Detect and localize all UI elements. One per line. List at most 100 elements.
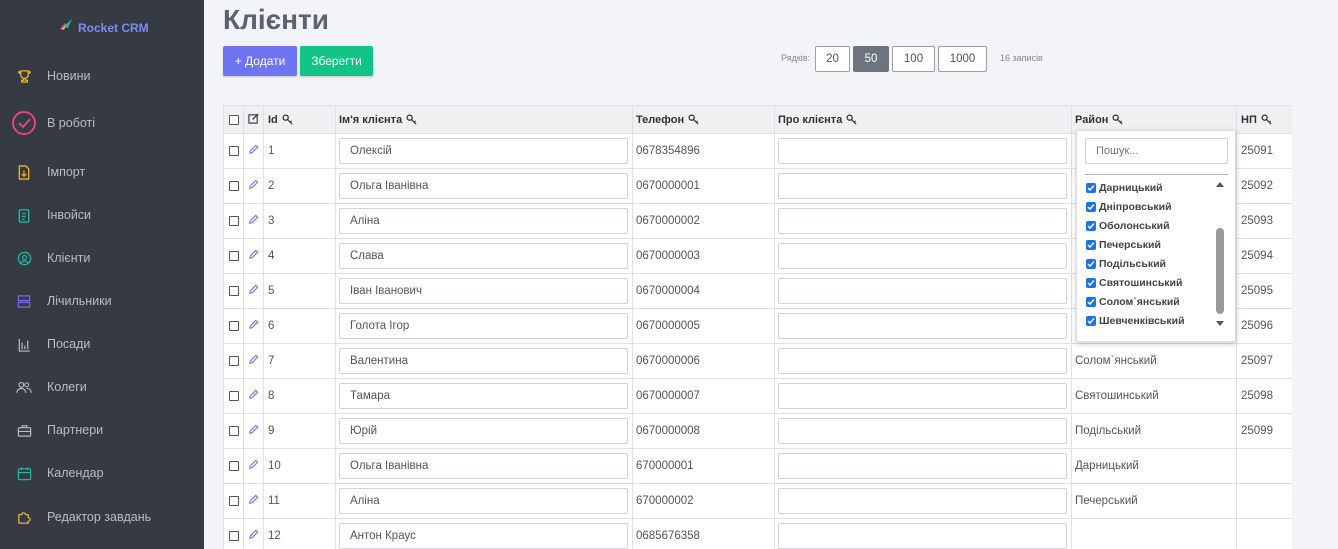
sidebar-item-colleagues[interactable]: Колеги (0, 372, 204, 402)
header-name[interactable]: Ім'я клієнта (339, 114, 402, 126)
district-option[interactable]: Солом`янський (1086, 293, 1180, 311)
header-about[interactable]: Про клієнта (778, 114, 842, 126)
about-client-input[interactable] (778, 208, 1067, 234)
pencil-icon[interactable] (248, 354, 259, 368)
client-name-input[interactable]: Тамара (339, 383, 628, 409)
sidebar-item-positions[interactable]: Посади (0, 329, 204, 359)
district-option[interactable]: Оболонський (1086, 217, 1170, 235)
row-checkbox[interactable] (228, 356, 239, 366)
district-search-input[interactable] (1085, 138, 1228, 164)
about-client-input[interactable] (778, 313, 1067, 339)
client-name-input[interactable]: Юрій (339, 418, 628, 444)
key-search-icon[interactable] (282, 114, 293, 125)
pencil-icon[interactable] (248, 424, 259, 438)
option-checkbox-checked[interactable] (1086, 297, 1096, 307)
header-district[interactable]: Район (1075, 114, 1108, 126)
edit-square-icon[interactable] (248, 112, 259, 127)
sidebar-item-partners[interactable]: Партнери (0, 415, 204, 445)
row-checkbox[interactable] (228, 216, 239, 226)
pencil-icon[interactable] (248, 319, 259, 333)
sidebar-item-clients[interactable]: Клієнти (0, 243, 204, 273)
row-checkbox[interactable] (228, 426, 239, 436)
pencil-icon[interactable] (248, 284, 259, 298)
sidebar-item-meters[interactable]: Лічильники (0, 286, 204, 316)
district-option[interactable]: Печерський (1086, 236, 1161, 254)
key-search-icon[interactable] (1112, 114, 1123, 125)
client-name-input[interactable]: Аліна (339, 488, 628, 514)
key-search-icon[interactable] (846, 114, 857, 125)
client-name-input[interactable]: Голота Ігор (339, 313, 628, 339)
header-np[interactable]: НП (1241, 114, 1257, 126)
about-client-input[interactable] (778, 383, 1067, 409)
about-client-input[interactable] (778, 488, 1067, 514)
row-checkbox[interactable] (228, 181, 239, 191)
client-name-input[interactable]: Слава (339, 243, 628, 269)
row-checkbox[interactable] (228, 391, 239, 401)
client-name-input[interactable]: Валентина (339, 348, 628, 374)
about-client-input[interactable] (778, 173, 1067, 199)
brand-logo[interactable]: Rocket CRM (58, 18, 149, 37)
dropdown-scrollbar[interactable] (1215, 181, 1225, 331)
row-checkbox[interactable] (228, 461, 239, 471)
client-name-input[interactable]: Аліна (339, 208, 628, 234)
about-client-input[interactable] (778, 243, 1067, 269)
client-name-input[interactable]: Ольга Іванівна (339, 453, 628, 479)
page-size-20[interactable]: 20 (815, 46, 850, 72)
client-name-input[interactable]: Антон Краус (339, 523, 628, 549)
add-button[interactable]: + Додати (223, 46, 297, 76)
sidebar-item-in-progress[interactable]: В роботі (0, 108, 204, 138)
about-client-input[interactable] (778, 138, 1067, 164)
cell-phone: 670000001 (636, 460, 694, 472)
sidebar-item-invoices[interactable]: Інвойси (0, 200, 204, 230)
scrollbar-thumb[interactable] (1216, 228, 1224, 314)
page-size-100[interactable]: 100 (892, 46, 935, 72)
pencil-icon[interactable] (248, 144, 259, 158)
header-phone[interactable]: Телефон (636, 114, 684, 126)
district-option[interactable]: Шевченківський (1086, 312, 1185, 330)
about-client-input[interactable] (778, 418, 1067, 444)
sidebar-item-news[interactable]: Новини (0, 61, 204, 91)
option-checkbox-checked[interactable] (1086, 183, 1096, 193)
row-checkbox[interactable] (228, 146, 239, 156)
option-checkbox-checked[interactable] (1086, 202, 1096, 212)
select-all-checkbox[interactable] (228, 114, 239, 125)
key-search-icon[interactable] (406, 114, 417, 125)
row-checkbox[interactable] (228, 531, 239, 541)
pencil-icon[interactable] (248, 529, 259, 543)
row-checkbox[interactable] (228, 286, 239, 296)
about-client-input[interactable] (778, 523, 1067, 549)
option-checkbox-checked[interactable] (1086, 316, 1096, 326)
option-checkbox-checked[interactable] (1086, 221, 1096, 231)
page-size-1000[interactable]: 1000 (938, 46, 987, 72)
pencil-icon[interactable] (248, 179, 259, 193)
sidebar-item-calendar[interactable]: Календар (0, 458, 204, 488)
sidebar-item-task-editor[interactable]: Редактор завдань (0, 502, 204, 532)
district-option[interactable]: Дніпровський (1086, 198, 1172, 216)
row-checkbox[interactable] (228, 321, 239, 331)
key-search-icon[interactable] (688, 114, 699, 125)
sidebar-item-import[interactable]: Імпорт (0, 157, 204, 187)
pencil-icon[interactable] (248, 494, 259, 508)
about-client-input[interactable] (778, 348, 1067, 374)
option-checkbox-checked[interactable] (1086, 259, 1096, 269)
pencil-icon[interactable] (248, 249, 259, 263)
about-client-input[interactable] (778, 453, 1067, 479)
option-checkbox-checked[interactable] (1086, 278, 1096, 288)
client-name-input[interactable]: Ольга Іванівна (339, 173, 628, 199)
pencil-icon[interactable] (248, 214, 259, 228)
about-client-input[interactable] (778, 278, 1067, 304)
district-option[interactable]: Дарницький (1086, 179, 1163, 197)
pencil-icon[interactable] (248, 459, 259, 473)
save-button[interactable]: Зберегти (300, 46, 373, 76)
option-checkbox-checked[interactable] (1086, 240, 1096, 250)
client-name-input[interactable]: Олексій (339, 138, 628, 164)
client-name-input[interactable]: Іван Іванович (339, 278, 628, 304)
pencil-icon[interactable] (248, 389, 259, 403)
district-option[interactable]: Святошинський (1086, 274, 1182, 292)
header-id[interactable]: Id (268, 114, 278, 126)
district-option[interactable]: Подільський (1086, 255, 1166, 273)
row-checkbox[interactable] (228, 251, 239, 261)
page-size-50[interactable]: 50 (853, 46, 889, 72)
key-search-icon[interactable] (1261, 114, 1272, 125)
row-checkbox[interactable] (228, 496, 239, 506)
